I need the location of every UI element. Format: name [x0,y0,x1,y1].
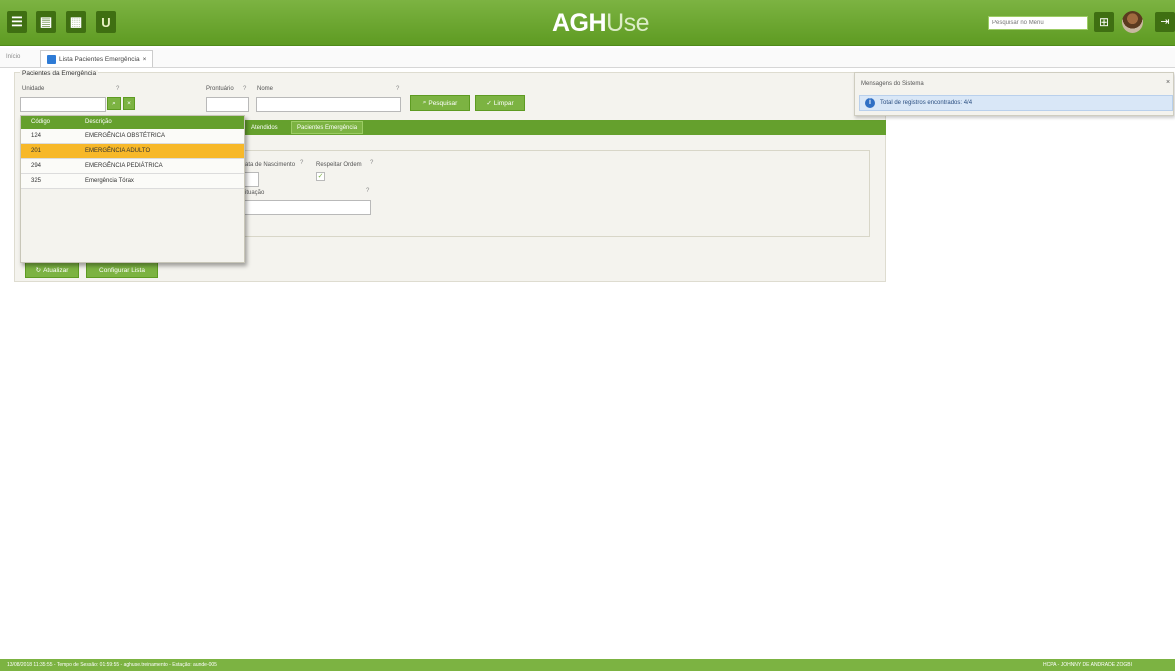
prontuario-help-icon[interactable]: ? [243,86,246,92]
header-descricao: Descrição [85,119,112,125]
menu-search-input[interactable] [988,16,1088,30]
status-right: HCPA - JOHNNY DE ANDRADE ZOGBI [1043,662,1132,668]
dropdown-row-selected[interactable]: 201 EMERGÊNCIA ADULTO [21,144,244,159]
status-left: 13/08/2018 11:35:55 - Tempo de Sessão: 0… [7,662,217,668]
app-brand: AGHUse [552,9,650,37]
pesquisar-button[interactable]: ⌕ Pesquisar [410,95,470,111]
dropdown-row[interactable]: 325 Emergência Tórax [21,174,244,189]
tab-lista-pacientes[interactable]: Lista Pacientes Emergência × [40,50,154,67]
unidade-input[interactable] [20,97,106,112]
prontuario-input[interactable] [206,97,249,112]
unidade-clear-button[interactable]: × [123,97,135,110]
messages-close-icon[interactable]: × [1166,79,1170,86]
tab-atendidos[interactable]: Atendidos [246,121,283,134]
menu-icon[interactable]: ☰ [7,11,27,33]
prontuario-label: Prontuário [206,86,234,92]
u-logo-icon[interactable]: U [96,11,116,33]
row-code: 124 [31,133,42,139]
logout-icon[interactable]: ⇥ [1155,12,1175,32]
unidade-dropdown: Código Descrição 124 EMERGÊNCIA OBSTÉTRI… [20,115,245,263]
row-code: 325 [31,178,42,184]
unidade-label: Unidade [22,86,45,92]
respeitar-ordem-label: Respeitar Ordem [316,162,362,168]
check-icon: ✓ [486,100,492,107]
info-icon: i [865,98,875,108]
respeitar-help-icon[interactable]: ? [370,160,373,166]
tab-close-icon[interactable]: × [143,56,147,63]
row-code: 201 [31,148,42,154]
atualizar-button[interactable]: ↻ Atualizar [25,262,79,278]
row-desc: EMERGÊNCIA OBSTÉTRICA [85,133,166,139]
tab-label: Lista Pacientes Emergência [59,55,140,63]
status-bar: 13/08/2018 11:35:55 - Tempo de Sessão: 0… [0,659,1175,671]
row-desc: EMERGÊNCIA ADULTO [85,148,151,154]
tab-bar: Início Lista Pacientes Emergência × [0,48,1175,68]
row-desc: Emergência Tórax [85,178,134,184]
nascimento-input[interactable] [244,172,259,187]
dropdown-row[interactable]: 294 EMERGÊNCIA PEDIÁTRICA [21,159,244,174]
situacao-help-icon[interactable]: ? [366,188,369,194]
messages-title: Mensagens do Sistema [861,81,924,87]
unidade-help-icon[interactable]: ? [116,86,119,92]
table-icon[interactable]: ▦ [66,11,86,33]
dropdown-header: Código Descrição [21,116,244,129]
nascimento-help-icon[interactable]: ? [300,160,303,166]
info-message: i Total de registros encontrados: 4/4 [859,95,1173,111]
nascimento-label: ata de Nascimento [245,162,296,168]
row-desc: EMERGÊNCIA PEDIÁTRICA [85,163,163,169]
respeitar-ordem-checkbox[interactable]: ✓ [316,172,325,181]
user-avatar[interactable] [1122,11,1143,33]
tab-page-icon [47,54,56,64]
dropdown-row[interactable]: 124 EMERGÊNCIA OBSTÉTRICA [21,129,244,144]
header-codigo: Código [31,119,51,125]
tab-home[interactable]: Início [6,54,20,60]
refresh-icon: ↻ [35,267,42,274]
apps-grid-icon[interactable]: ⊞ [1094,12,1114,32]
nome-input[interactable] [256,97,401,112]
search-icon: ⌕ [422,99,427,106]
document-icon[interactable]: ▤ [36,11,56,33]
top-bar: ☰ ▤ ▦ U AGHUse ⊞ ⇥ [0,0,1175,46]
system-messages-panel: Mensagens do Sistema × i Total de regist… [854,72,1174,116]
situacao-input[interactable] [244,200,371,215]
fieldset-title: Pacientes da Emergência [20,70,99,77]
nome-label: Nome [257,86,274,92]
situacao-label: ituação [245,190,265,196]
nome-help-icon[interactable]: ? [396,86,399,92]
unidade-search-button[interactable]: ⌕ [107,97,121,110]
tab-pacientes-emergencia[interactable]: Pacientes Emergência [291,121,364,134]
configurar-lista-button[interactable]: Configurar Lista [86,262,158,278]
info-message-text: Total de registros encontrados: 4/4 [880,100,973,106]
row-code: 294 [31,163,42,169]
limpar-button[interactable]: ✓ Limpar [475,95,525,111]
